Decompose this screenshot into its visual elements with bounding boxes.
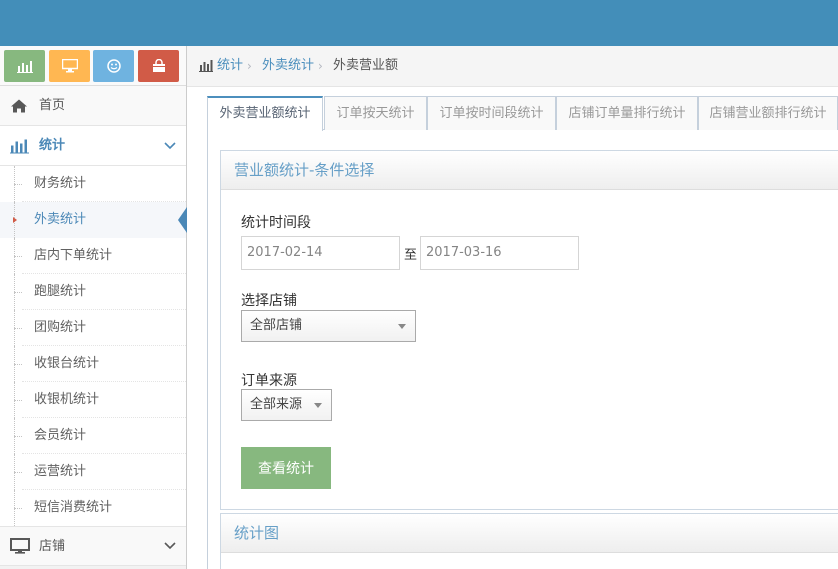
- chevron-down-icon: [164, 542, 176, 550]
- sidebar-item-home[interactable]: 首页: [0, 86, 186, 126]
- view-stats-button[interactable]: 查看统计: [241, 447, 331, 489]
- tab-time-slot-orders[interactable]: 订单按时间段统计: [427, 96, 556, 130]
- tab-store-revenue-ranking[interactable]: 店铺营业额排行统计: [698, 96, 838, 130]
- smile-icon: [106, 59, 121, 73]
- sidebar-subitem-cashier-desk[interactable]: 收银台统计: [0, 346, 186, 382]
- breadcrumb-current: 外卖营业额: [333, 58, 399, 73]
- sidebar-subitem-label: 跑腿统计: [34, 284, 87, 299]
- breadcrumb-takeout-link[interactable]: 外卖统计: [262, 46, 314, 86]
- sidebar-subitem-sms[interactable]: 短信消费统计: [0, 490, 186, 526]
- source-select-value: 全部来源: [250, 397, 303, 412]
- breadcrumb-separator-icon: ›: [318, 59, 323, 73]
- sidebar: 首页 统计 财务统计 外卖统计 店内下单统计 跑腿统计 团购统计 收银台统计 收…: [0, 46, 187, 569]
- bar-chart-icon: [199, 60, 213, 72]
- period-label: 统计时间段: [241, 215, 311, 231]
- sidebar-subitem-label: 团购统计: [34, 320, 87, 335]
- sidebar-subitem-cash-register[interactable]: 收银机统计: [0, 382, 186, 418]
- shortcut-stats-button[interactable]: [4, 50, 45, 82]
- breadcrumb-separator-icon: ›: [247, 59, 252, 73]
- sidebar-subitem-label: 短信消费统计: [34, 500, 113, 515]
- sidebar-subitem-operation[interactable]: 运营统计: [0, 454, 186, 490]
- dropdown-arrow-icon: [314, 403, 322, 408]
- source-label: 订单来源: [241, 373, 297, 389]
- sidebar-subitem-label: 收银台统计: [34, 356, 100, 371]
- filter-panel-header: 营业额统计-条件选择: [221, 151, 838, 190]
- desktop-icon: [10, 538, 30, 554]
- home-icon: [11, 99, 27, 112]
- active-pointer-icon: [178, 207, 187, 233]
- to-label: 至: [404, 248, 418, 263]
- store-select-value: 全部店铺: [250, 318, 303, 333]
- store-select[interactable]: 全部店铺: [241, 310, 416, 342]
- sidebar-item-label: 店铺: [39, 539, 66, 554]
- sidebar-item-label: 首页: [39, 98, 66, 113]
- tab-revenue[interactable]: 外卖营业额统计: [207, 96, 323, 131]
- sidebar-shortcuts: [0, 46, 186, 86]
- sidebar-subitem-member[interactable]: 会员统计: [0, 418, 186, 454]
- breadcrumb: 统计 › 外卖统计 › 外卖营业额: [187, 46, 838, 87]
- stats-tabs: 外卖营业额统计 订单按天统计 订单按时间段统计 店铺订单量排行统计 店铺营业额排…: [207, 96, 838, 131]
- sidebar-subitem-finance[interactable]: 财务统计: [0, 166, 186, 202]
- dropdown-arrow-icon: [398, 324, 406, 329]
- chart-panel: 统计图: [220, 513, 838, 569]
- filter-panel-title: 营业额统计-条件选择: [234, 161, 375, 179]
- end-date-input[interactable]: 2017-03-16: [420, 236, 579, 270]
- shortcut-user-button[interactable]: [93, 50, 134, 82]
- chart-panel-title: 统计图: [234, 524, 280, 542]
- sidebar-item-stats[interactable]: 统计: [0, 126, 186, 166]
- sidebar-subitem-label: 运营统计: [34, 464, 87, 479]
- source-select[interactable]: 全部来源: [241, 389, 332, 421]
- sidebar-subitem-group-buy[interactable]: 团购统计: [0, 310, 186, 346]
- sidebar-item-store[interactable]: 店铺: [0, 526, 186, 566]
- sidebar-subitem-label: 财务统计: [34, 176, 87, 191]
- shortcut-desktop-button[interactable]: [49, 50, 90, 82]
- chevron-down-icon: [164, 141, 176, 149]
- start-date-input[interactable]: 2017-02-14: [241, 236, 400, 270]
- sidebar-subitem-label: 收银机统计: [34, 392, 100, 407]
- shortcut-shop-button[interactable]: [138, 50, 179, 82]
- tab-store-order-ranking[interactable]: 店铺订单量排行统计: [556, 96, 698, 130]
- sidebar-subitem-label: 店内下单统计: [34, 248, 113, 263]
- sidebar-item-label: 统计: [39, 138, 66, 153]
- sidebar-subitem-takeout[interactable]: 外卖统计: [0, 202, 187, 238]
- bar-chart-icon: [10, 139, 29, 153]
- breadcrumb-stats-link[interactable]: 统计: [217, 46, 243, 86]
- store-label: 选择店铺: [241, 293, 297, 309]
- sidebar-subitem-label: 外卖统计: [34, 212, 87, 227]
- sidebar-subitem-dine-in[interactable]: 店内下单统计: [0, 238, 186, 274]
- bar-chart-icon: [16, 60, 33, 73]
- top-navbar: [0, 0, 838, 46]
- sidebar-subitem-errand[interactable]: 跑腿统计: [0, 274, 186, 310]
- chart-panel-header: 统计图: [221, 514, 838, 553]
- desktop-icon: [61, 59, 78, 73]
- tab-daily-orders[interactable]: 订单按天统计: [324, 96, 427, 130]
- active-caret-icon: [13, 217, 17, 223]
- shopping-bag-icon: [152, 59, 165, 72]
- sidebar-subitem-label: 会员统计: [34, 428, 87, 443]
